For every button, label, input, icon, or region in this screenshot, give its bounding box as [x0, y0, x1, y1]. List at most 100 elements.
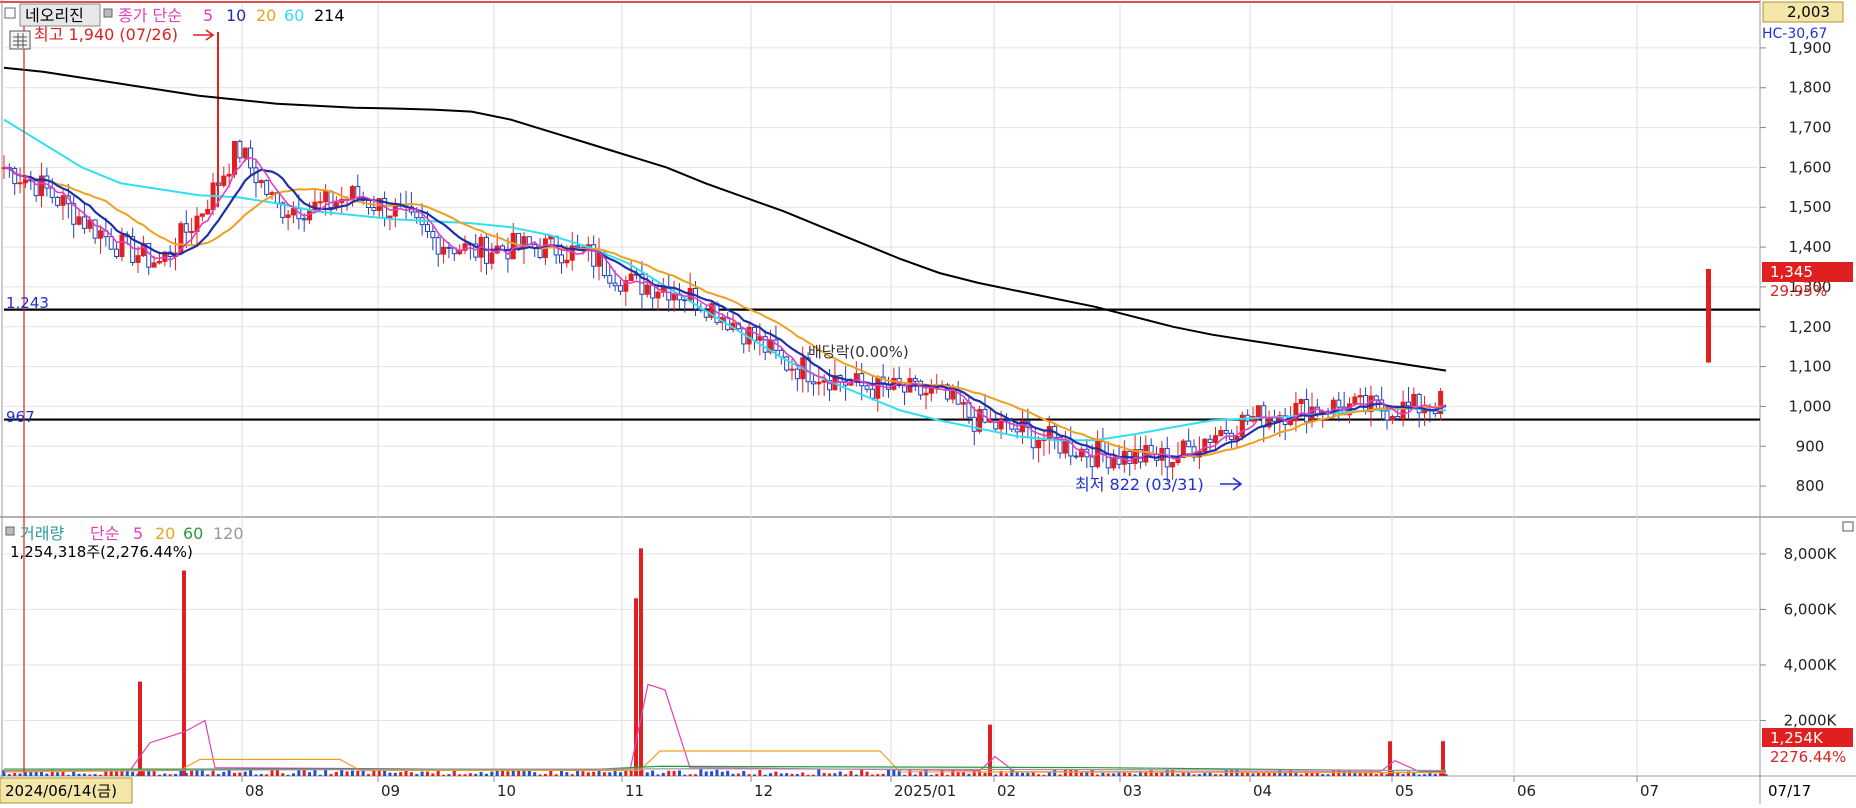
- volume-bar: [308, 772, 312, 776]
- volume-bar: [624, 770, 628, 776]
- volume-bar: [211, 770, 215, 776]
- high-marker: 최고 1,940 (07/26): [34, 25, 178, 44]
- volume-bar: [350, 770, 354, 776]
- volume-tick-label: 8,000K: [1784, 545, 1838, 563]
- volume-bar: [45, 773, 49, 776]
- candle-body: [794, 368, 800, 380]
- candle-body: [1261, 405, 1267, 428]
- volume-bar: [801, 772, 805, 776]
- candle-body: [226, 173, 232, 177]
- candle-body: [55, 196, 61, 206]
- volume-bar: [1079, 772, 1083, 776]
- volume-bar: [704, 771, 708, 776]
- candle-body: [232, 140, 238, 175]
- candle-body: [1411, 393, 1417, 407]
- volume-panel-close-icon[interactable]: [1842, 521, 1854, 532]
- top-value: 2,003: [1787, 3, 1830, 21]
- volume-bar: [592, 771, 596, 776]
- volume-bar: [1187, 772, 1191, 776]
- ma-legend-icon: [103, 8, 113, 18]
- candle-body: [97, 230, 103, 239]
- candle-body: [108, 236, 114, 250]
- volume-bar: [752, 774, 756, 776]
- candle-body: [1212, 435, 1218, 444]
- candle-body: [596, 252, 602, 267]
- volume-bar: [340, 770, 344, 776]
- volume-bar: [554, 774, 558, 776]
- stock-name: 네오리진: [25, 6, 84, 25]
- volume-bar: [710, 771, 714, 776]
- candle-body: [119, 234, 125, 258]
- volume-info: 1,254,318주(2,276.44%): [10, 543, 193, 561]
- price-tick-label: 800: [1796, 477, 1825, 495]
- candle-body: [1255, 405, 1261, 418]
- volume-bar: [817, 769, 821, 776]
- volume-bar: [747, 774, 751, 776]
- volume-bar: [297, 770, 301, 776]
- candle-body: [741, 328, 747, 345]
- candle-body: [1116, 457, 1122, 465]
- candle-body: [151, 262, 157, 268]
- low-marker: 최저 822 (03/31): [1075, 475, 1204, 494]
- volume-ma-label: 단순: [90, 524, 119, 543]
- volume-bar: [844, 774, 848, 776]
- volume-bar: [929, 774, 933, 776]
- volume-bar: [361, 770, 365, 776]
- price-tick-label: 1,000: [1789, 397, 1832, 415]
- candle-body: [810, 381, 816, 385]
- volume-bar: [1401, 774, 1405, 776]
- candle-body: [617, 285, 623, 292]
- level-upper-label: 1,243: [6, 294, 49, 312]
- volume-spike-bar: [182, 570, 186, 776]
- chart-canvas[interactable]: 1,9001,8001,7001,6001,5001,4001,3001,200…: [0, 0, 1856, 804]
- candle-body: [371, 207, 377, 211]
- volume-panel-menu-icon[interactable]: [5, 526, 15, 536]
- stock-chart[interactable]: 1,900 1,800 1,700 1,600 1,500 1,400 1,300 1,200…: [0, 0, 1856, 804]
- volume-bar: [1176, 773, 1180, 776]
- volume-bar: [318, 774, 322, 776]
- volume-bar: [259, 774, 263, 776]
- volume-bar: [774, 771, 778, 776]
- candle-body: [114, 248, 120, 258]
- grid-toggle-icon[interactable]: [9, 30, 31, 50]
- volume-bar: [334, 772, 338, 776]
- candle-body: [864, 385, 870, 390]
- candle-body: [199, 213, 205, 217]
- candle-body: [1014, 428, 1020, 433]
- volume-bar: [838, 771, 842, 776]
- volume-bar: [677, 770, 681, 776]
- candle-body: [644, 284, 650, 295]
- volume-bar: [742, 771, 746, 776]
- candle-body: [301, 218, 307, 221]
- volume-bar: [265, 774, 269, 776]
- volume-bar: [533, 772, 537, 776]
- candle-body: [221, 175, 227, 186]
- ma-legend-label: 종가 단순: [118, 6, 182, 25]
- volume-bar: [967, 773, 971, 776]
- volume-bar: [479, 771, 483, 776]
- volume-bar: [811, 774, 815, 776]
- volume-bar: [179, 770, 183, 776]
- volume-tick-label: 4,000K: [1784, 656, 1838, 674]
- volume-bar: [168, 774, 172, 776]
- volume-bar: [538, 774, 542, 776]
- volume-bar: [436, 770, 440, 776]
- volume-bar: [1192, 774, 1196, 776]
- volume-bar: [82, 773, 86, 776]
- volume-bar: [431, 773, 435, 776]
- panel-menu-icon[interactable]: [4, 7, 16, 19]
- current-volume-pct: 2276.44%: [1770, 748, 1846, 766]
- volume-bar: [1010, 770, 1014, 776]
- current-volume: 1,254K: [1770, 729, 1824, 747]
- volume-bar: [758, 770, 762, 776]
- candle-body: [430, 230, 436, 239]
- volume-bar: [1101, 772, 1105, 776]
- volume-bar: [656, 774, 660, 776]
- price-tick-label: 1,400: [1789, 238, 1832, 256]
- volume-bar: [200, 769, 204, 776]
- volume-bar: [779, 773, 783, 776]
- change-percent: 29.95%: [1770, 282, 1827, 300]
- volume-bar: [393, 772, 397, 776]
- volume-bar: [651, 770, 655, 776]
- volume-bar: [731, 773, 735, 776]
